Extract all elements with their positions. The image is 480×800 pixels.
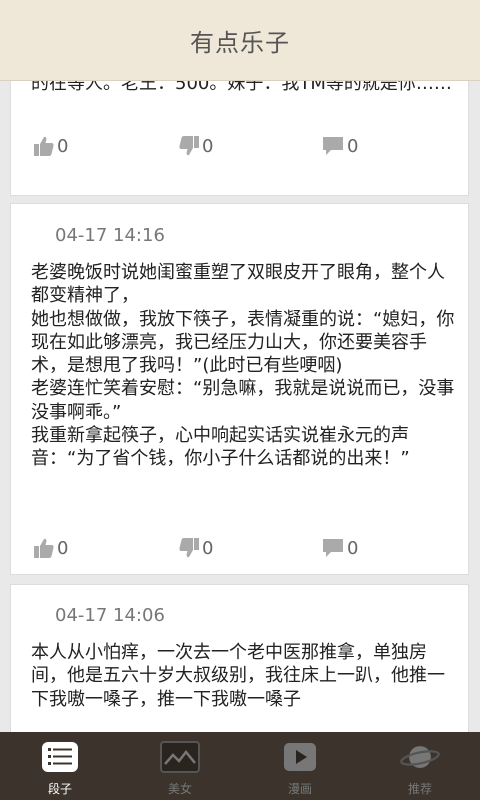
comment-count: 0: [347, 537, 359, 559]
post-card[interactable]: 男子刚进来发现一个漂亮的妹子 的在等人。老王：500。妹子：我TM等的就是你………: [10, 81, 469, 196]
list-icon: [40, 740, 80, 774]
thumbs-down-icon: [179, 136, 199, 156]
like-button[interactable]: 0: [33, 132, 68, 160]
tab-comics[interactable]: 漫画: [240, 732, 360, 800]
like-count: 0: [57, 135, 69, 157]
post-text: 本人从小怕痒，一次去一个老中医那推拿，单独房间，他是五六十岁大叔级别，我往床上一…: [31, 642, 445, 710]
bottom-tab-bar: 段子 美女 漫画 推荐: [0, 732, 480, 800]
dislike-button[interactable]: 0: [178, 534, 213, 562]
dislike-count: 0: [202, 135, 214, 157]
play-icon: [280, 740, 320, 774]
like-button[interactable]: 0: [33, 534, 68, 562]
like-count: 0: [57, 537, 69, 559]
tab-label: 漫画: [287, 782, 312, 796]
comment-button[interactable]: 0: [321, 534, 358, 562]
comment-bubble-icon: [323, 539, 343, 557]
post-timestamp: 04-17 14:16: [55, 225, 165, 246]
post-text: 的在等人。老王：500。妹子：我TM等的就是你……: [31, 81, 452, 94]
post-text: 老婆晚饭时说她闺蜜重塑了双眼皮开了眼角，整个人都变精神了， 她也想做做，我放下筷…: [31, 262, 455, 470]
tab-beauty[interactable]: 美女: [120, 732, 240, 800]
dislike-button[interactable]: 0: [178, 132, 213, 160]
post-actions: 0 0 0: [11, 534, 470, 562]
app-header: 有点乐子: [0, 0, 480, 81]
thumbs-up-icon: [34, 136, 54, 156]
tab-recommend[interactable]: 推荐: [360, 732, 480, 800]
tab-jokes[interactable]: 段子: [0, 732, 120, 800]
tab-label: 段子: [47, 782, 72, 796]
comment-count: 0: [347, 135, 359, 157]
planet-icon: [400, 740, 440, 774]
dislike-count: 0: [202, 537, 214, 559]
thumbs-down-icon: [179, 538, 199, 558]
post-card[interactable]: 04-17 14:16 老婆晚饭时说她闺蜜重塑了双眼皮开了眼角，整个人都变精神了…: [10, 203, 469, 575]
post-actions: 0 0 0: [11, 132, 470, 160]
tab-label: 推荐: [407, 782, 432, 796]
comment-bubble-icon: [323, 137, 343, 155]
tab-label: 美女: [167, 782, 192, 796]
joke-feed[interactable]: 男子刚进来发现一个漂亮的妹子 的在等人。老王：500。妹子：我TM等的就是你………: [0, 81, 480, 732]
picture-icon: [160, 740, 200, 774]
comment-button[interactable]: 0: [321, 132, 358, 160]
app-title: 有点乐子: [190, 28, 290, 57]
post-card[interactable]: 04-17 14:06 本人从小怕痒，一次去一个老中医那推拿，单独房间，他是五六…: [10, 584, 469, 732]
post-timestamp: 04-17 14:06: [55, 605, 165, 626]
thumbs-up-icon: [34, 538, 54, 558]
